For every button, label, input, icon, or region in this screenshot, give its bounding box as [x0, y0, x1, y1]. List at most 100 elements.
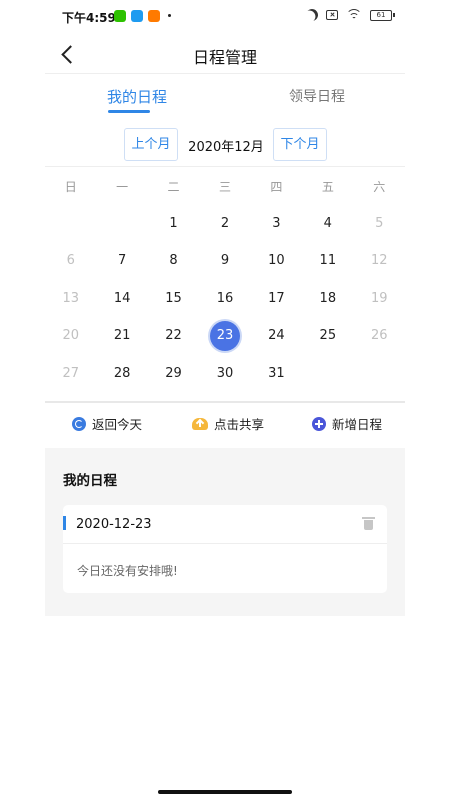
calendar-week-row: 27 28 29 30 31: [45, 355, 405, 393]
schedule-date: 2020-12-23: [76, 517, 152, 532]
calendar-day[interactable]: 29: [148, 359, 199, 389]
refresh-icon: [72, 416, 86, 431]
calendar-day[interactable]: 19: [354, 284, 405, 314]
prev-month-button[interactable]: 上个月: [124, 128, 178, 161]
calendar-week-row: 1 2 3 4 5: [45, 205, 405, 243]
calendar-day-number: 29: [165, 365, 182, 381]
status-icons: 61: [304, 7, 395, 23]
calendar-day[interactable]: 22: [148, 321, 199, 351]
tab-my-schedule[interactable]: 我的日程: [107, 86, 167, 107]
calendar-day[interactable]: 14: [96, 284, 147, 314]
calendar-day-number: 5: [375, 215, 384, 231]
calendar-day[interactable]: 11: [302, 246, 353, 276]
weekday-label: 六: [373, 179, 386, 194]
calendar-day[interactable]: 13: [45, 284, 96, 314]
calendar-day-number: 27: [62, 365, 79, 381]
calendar-day-number: 2: [220, 215, 230, 231]
calendar-day[interactable]: 7: [96, 246, 147, 276]
calendar-day[interactable]: 28: [96, 359, 147, 389]
calendar-day[interactable]: 8: [148, 246, 199, 276]
calendar-day[interactable]: 17: [251, 284, 302, 314]
cloud-upload-icon: [192, 417, 208, 430]
calendar-day[interactable]: 1: [148, 209, 199, 239]
status-time: 下午4:59: [62, 11, 116, 25]
wifi-icon: [346, 9, 362, 21]
share-label: 点击共享: [214, 417, 265, 432]
trash-icon[interactable]: [362, 516, 375, 531]
my-schedule-panel: 我的日程 2020-12-23 今日还没有安排哦!: [45, 448, 405, 616]
calendar-day[interactable]: 9: [199, 246, 250, 276]
calendar-day-number: 13: [62, 290, 79, 306]
calendar-weeks: 1 2 3 4 5 6 7 8 9 10 11 12 13 14 15 16 17 18 19 20 21 22 23 24 2…: [45, 205, 405, 393]
no-sim-icon: [326, 10, 338, 20]
weekday-label: 四: [270, 179, 283, 194]
current-month-label: 2020年12月: [188, 140, 264, 155]
calendar-day[interactable]: 6: [45, 246, 96, 276]
more-notifications-dot: [168, 14, 171, 17]
calendar-day[interactable]: 2: [199, 209, 250, 239]
app-header: 日程管理: [0, 34, 450, 74]
weekday-label: 五: [321, 179, 334, 194]
calendar-day-number: 22: [165, 328, 182, 344]
calendar-day-number: 18: [319, 290, 337, 306]
calendar-day-number: 17: [268, 290, 285, 306]
next-month-button[interactable]: 下个月: [273, 128, 327, 161]
calendar-day[interactable]: 25: [302, 321, 353, 351]
page-title: 日程管理: [192, 48, 257, 67]
schedule-card: 2020-12-23 今日还没有安排哦!: [63, 505, 387, 593]
calendar-day-empty: [302, 359, 353, 389]
calendar-day[interactable]: 16: [199, 284, 250, 314]
calendar-day[interactable]: 18: [302, 284, 353, 314]
calendar-day-number: 11: [319, 253, 337, 269]
calendar-day-empty: [96, 209, 147, 239]
calendar-week-row: 20 21 22 23 24 25 26: [45, 318, 405, 356]
calendar-day[interactable]: 30: [199, 359, 250, 389]
calendar-day-number: 3: [272, 215, 281, 231]
upload-notification-icon: [131, 10, 143, 22]
calendar-day-number: 7: [117, 253, 127, 269]
status-bar: 下午4:59 61: [0, 0, 450, 34]
calendar-day[interactable]: 12: [354, 246, 405, 276]
do-not-disturb-icon: [304, 7, 320, 23]
card-accent-bar: [63, 516, 66, 530]
card-divider: [63, 543, 387, 544]
weekday-label: 二: [167, 179, 180, 194]
weekday-header: 日 一 二 三 四 五 六: [45, 167, 405, 205]
calendar-day[interactable]: 5: [354, 209, 405, 239]
calendar-day[interactable]: 3: [251, 209, 302, 239]
wechat-notification-icon: [114, 10, 126, 22]
calendar-day[interactable]: 24: [251, 321, 302, 351]
calendar-day-number: 26: [370, 328, 388, 344]
calendar-day-selected[interactable]: 23: [199, 321, 250, 352]
calendar-day[interactable]: 26: [354, 321, 405, 351]
calendar-day-empty: [354, 359, 405, 389]
calendar-day[interactable]: 27: [45, 359, 96, 389]
calendar-day-number: 10: [268, 253, 285, 269]
calendar-day[interactable]: 20: [45, 321, 96, 351]
calendar-day-number: 6: [66, 253, 75, 269]
weekday-label: 三: [218, 179, 231, 194]
my-schedule-title: 我的日程: [63, 473, 117, 489]
calendar-day-number: 9: [220, 253, 230, 269]
calendar-day-number: 16: [216, 290, 234, 306]
weekday-label: 一: [116, 179, 129, 194]
add-schedule-button[interactable]: 新增日程: [312, 414, 382, 433]
calendar-day-number: 4: [323, 215, 332, 231]
calendar-day[interactable]: 15: [148, 284, 199, 314]
add-schedule-label: 新增日程: [332, 417, 383, 432]
tab-leader-schedule[interactable]: 领导日程: [289, 86, 345, 106]
calendar-day[interactable]: 21: [96, 321, 147, 351]
calendar-day-number: 31: [268, 365, 285, 381]
month-switcher: 上个月 2020年12月 下个月: [0, 128, 450, 162]
weekday-label: 日: [64, 179, 77, 194]
calendar-day[interactable]: 31: [251, 359, 302, 389]
share-button[interactable]: 点击共享: [192, 414, 264, 433]
calendar-day-number: 15: [165, 290, 182, 306]
calendar-day[interactable]: 4: [302, 209, 353, 239]
calendar-week-row: 6 7 8 9 10 11 12: [45, 243, 405, 281]
calendar-day[interactable]: 10: [251, 246, 302, 276]
home-indicator: [158, 790, 292, 794]
app-notification-icon: [148, 10, 160, 22]
back-to-today-button[interactable]: 返回今天: [72, 414, 142, 433]
battery-icon: 61: [370, 9, 395, 21]
